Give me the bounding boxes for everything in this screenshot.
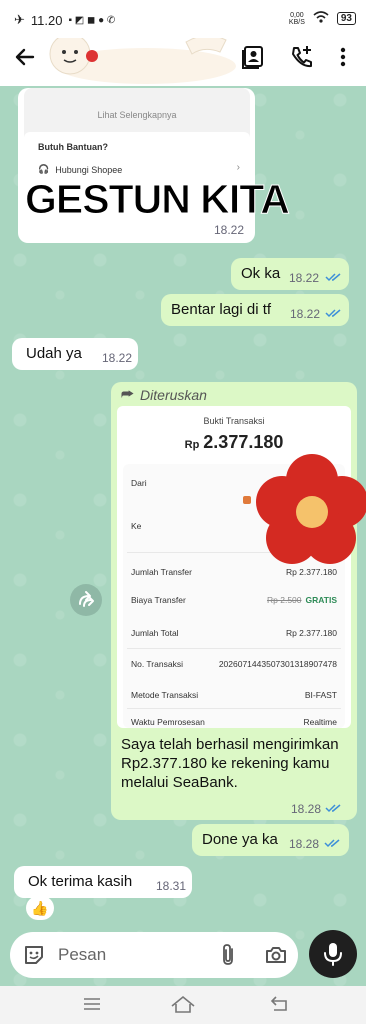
help-title: Butuh Bantuan? (38, 142, 108, 152)
net-speed: 0,00 KB/S (288, 11, 305, 26)
message-text: Done ya ka (202, 831, 278, 848)
watermark-text: GESTUN KITA (25, 176, 291, 223)
message-text: Ok ka (241, 265, 281, 282)
double-check-icon (325, 309, 341, 318)
message-time: 18.22 (290, 307, 321, 321)
message-bubble[interactable]: Udah ya 18.22 (12, 338, 138, 370)
message-bubble[interactable]: Done ya ka 18.28 (192, 824, 349, 856)
help-link: 🎧 Hubungi Shopee (38, 164, 123, 175)
message-input-bar: Pesan (10, 932, 298, 978)
double-check-icon (324, 839, 340, 848)
recents-button[interactable] (82, 996, 102, 1017)
attach-button[interactable] (218, 943, 238, 972)
forwarded-message[interactable]: ⮫ Diteruskan Bukti Transaksi Rp 2.377.180… (111, 382, 357, 820)
emoji-button[interactable] (22, 943, 46, 972)
notification-icons: ▪ ◩ ◼ ● ✆ (68, 14, 116, 26)
message-text: Saya telah berhasil mengirimkan Rp2.377.… (121, 736, 339, 791)
add-call-button[interactable] (289, 44, 315, 70)
chevron-right-icon: › (236, 162, 240, 173)
message-time: 18.28 (291, 802, 322, 816)
message-time: 18.28 (289, 837, 320, 851)
back-nav-button[interactable] (268, 995, 290, 1018)
message-text: Ok terima kasih (28, 873, 133, 890)
message-bubble[interactable]: Bentar lagi di tf 18.22 (161, 294, 349, 326)
message-bubble[interactable]: Ok terima kasih 18.31 (14, 866, 192, 898)
sticker-icon (25, 946, 43, 964)
back-button[interactable] (12, 44, 38, 70)
forward-icon (79, 591, 94, 607)
divider (127, 708, 341, 709)
contact-avatar-banner[interactable] (36, 30, 236, 86)
airplane-mode-icon: ✈ (14, 12, 25, 27)
flower-sticker-icon (256, 454, 366, 564)
llama-sticker-icon (49, 33, 236, 84)
arrow-left-icon (15, 48, 35, 66)
home-button[interactable] (170, 994, 196, 1019)
paperclip-icon (223, 944, 233, 965)
receipt-title: Bukti Transaksi (203, 416, 265, 426)
message-text: Bentar lagi di tf (171, 301, 272, 318)
forward-button[interactable] (70, 584, 102, 616)
more-vert-icon (340, 47, 346, 67)
see-more-link: Lihat Selengkapnya (97, 110, 177, 120)
divider (127, 648, 341, 649)
message-time: 18.22 (102, 351, 133, 365)
camera-icon (266, 947, 286, 963)
message-time: 18.22 (289, 271, 320, 285)
forwarded-label: ⮫ Diteruskan (121, 386, 207, 403)
receipt-amount: Rp 2.377.180 (184, 432, 284, 452)
more-options-button[interactable] (334, 44, 352, 70)
double-check-icon (325, 273, 341, 282)
message-bubble[interactable]: Ok ka 18.22 (231, 258, 349, 290)
wifi-icon (313, 11, 329, 26)
double-check-icon (325, 804, 341, 813)
chat-header (0, 30, 366, 86)
system-nav-bar (0, 986, 366, 1024)
call-add-icon (292, 46, 312, 68)
forward-arrow-icon: ⮫ (121, 386, 135, 402)
message-time: 18.22 (214, 223, 245, 237)
battery-indicator: 93 (336, 12, 356, 25)
status-time: 11.20 (30, 12, 63, 28)
headset-icon: 🎧 (38, 164, 50, 174)
message-input[interactable]: Pesan (58, 945, 106, 965)
camera-button[interactable] (264, 943, 288, 972)
message-time: 18.31 (156, 879, 187, 893)
message-text: Udah ya (26, 345, 82, 362)
microphone-icon (324, 943, 342, 966)
reaction-badge[interactable]: 👍 (26, 896, 54, 920)
status-bar: ✈ 11.20 ▪ ◩ ◼ ● ✆ 0,00 KB/S 93 (0, 0, 366, 38)
return-icon (270, 996, 287, 1011)
voice-record-button[interactable] (309, 930, 357, 978)
contact-card-icon (242, 46, 263, 69)
bank-logo-icon (243, 496, 251, 504)
contact-card-button[interactable] (240, 44, 266, 70)
home-icon (171, 995, 195, 1013)
menu-lines-icon (84, 998, 100, 1010)
